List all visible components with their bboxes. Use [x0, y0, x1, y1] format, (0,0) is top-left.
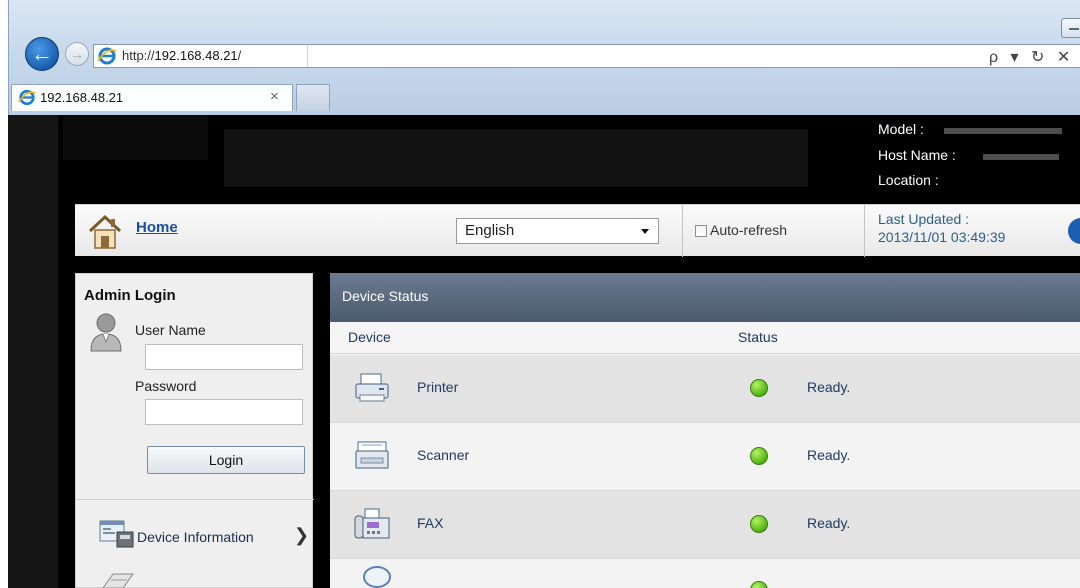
sidebar-divider — [76, 499, 314, 500]
device-name: FAX — [417, 515, 444, 531]
device-status-text: Ready. — [807, 447, 851, 463]
username-label: User Name — [135, 322, 206, 338]
location-label: Location : — [878, 172, 939, 188]
last-updated-label: Last Updated : — [878, 211, 970, 227]
forward-arrow-icon: → — [70, 46, 84, 62]
host-name-label: Host Name : — [878, 147, 956, 163]
login-button[interactable]: Login — [147, 446, 305, 474]
back-button[interactable]: ← — [25, 37, 59, 71]
admin-login-panel: Admin Login User Name Password Login Dev… — [75, 273, 314, 588]
password-label: Password — [135, 378, 197, 394]
device-info-icon — [99, 520, 134, 548]
table-row-scanner[interactable]: Scanner Ready. — [330, 423, 1080, 491]
password-input[interactable] — [145, 399, 303, 425]
address-tools[interactable]: ρ ▾ ↻ ✕ — [989, 47, 1074, 67]
device-status-text: Ready. — [807, 515, 851, 531]
admin-login-title: Admin Login — [84, 287, 176, 304]
printer-icon — [355, 373, 389, 402]
status-ok-icon — [750, 379, 768, 397]
web-page: Model : Host Name : Location : Home Engl… — [8, 115, 1080, 588]
url-scheme: http:// — [122, 48, 155, 63]
device-status-header: Device Status — [330, 273, 1080, 322]
status-message-icon — [363, 566, 391, 588]
page-gutter — [8, 115, 58, 588]
chevron-right-icon[interactable]: ❯ — [294, 525, 309, 546]
toolbar-divider — [864, 205, 865, 257]
ie-logo-icon — [97, 47, 117, 65]
table-header: Device Status — [330, 322, 1080, 354]
device-name: Scanner — [417, 447, 470, 463]
language-select[interactable]: English — [456, 218, 659, 244]
user-avatar-icon — [90, 313, 122, 352]
chevron-down-icon — [641, 229, 649, 234]
header-banner — [224, 129, 808, 187]
fax-icon — [354, 508, 390, 539]
toolbar-divider — [682, 205, 683, 257]
table-row-partial — [330, 559, 1080, 588]
job-status-icon — [102, 573, 134, 588]
url-path: / — [237, 48, 242, 63]
new-tab-button[interactable] — [296, 84, 330, 111]
status-ok-icon — [750, 581, 768, 588]
device-status-panel: Device Status Device Status Printer Read… — [330, 273, 1080, 588]
tab-title: 192.168.48.21 — [40, 90, 124, 105]
table-row-printer[interactable]: Printer Ready. — [330, 355, 1080, 423]
url-host: 192.168.48.21 — [154, 48, 238, 63]
last-updated-value: 2013/11/01 03:49:39 — [878, 229, 1006, 245]
forward-button[interactable]: → — [65, 42, 89, 66]
column-device: Device — [348, 329, 391, 345]
host-name-value-redacted — [983, 154, 1059, 160]
status-ok-icon — [750, 447, 768, 465]
refresh-button[interactable] — [1068, 218, 1080, 244]
language-value: English — [465, 222, 515, 239]
brand-logo — [63, 115, 208, 160]
address-bar[interactable]: http://192.168.48.21/ ρ ▾ ↻ ✕ — [93, 44, 1080, 68]
browser-chrome: ← → http://192.168.48.21/ ρ ▾ ↻ ✕ 192.16… — [8, 0, 1080, 115]
auto-refresh-checkbox[interactable] — [695, 225, 707, 237]
scanner-icon — [355, 441, 389, 469]
minimize-button[interactable] — [1061, 18, 1080, 38]
model-label: Model : — [878, 121, 924, 137]
address-divider — [307, 45, 308, 67]
username-input[interactable] — [145, 344, 303, 370]
ie-logo-icon — [18, 89, 36, 106]
status-ok-icon — [750, 515, 768, 533]
browser-tab[interactable]: 192.168.48.21 × — [11, 84, 293, 111]
nav-device-information[interactable]: Device Information — [137, 529, 254, 545]
device-name: Printer — [417, 379, 459, 395]
table-row-fax[interactable]: FAX Ready. — [330, 491, 1080, 559]
model-value-redacted — [944, 128, 1062, 134]
address-url[interactable]: http://192.168.48.21/ — [122, 48, 241, 63]
home-link[interactable]: Home — [136, 219, 178, 236]
auto-refresh-label[interactable]: Auto-refresh — [710, 222, 787, 238]
device-status-text: Ready. — [807, 379, 851, 395]
home-icon[interactable] — [87, 214, 123, 250]
column-status: Status — [738, 329, 778, 345]
back-arrow-icon: ← — [31, 41, 53, 66]
toolbar: Home English Auto-refresh Last Updated :… — [75, 204, 1080, 257]
tab-close-icon[interactable]: × — [270, 88, 279, 105]
